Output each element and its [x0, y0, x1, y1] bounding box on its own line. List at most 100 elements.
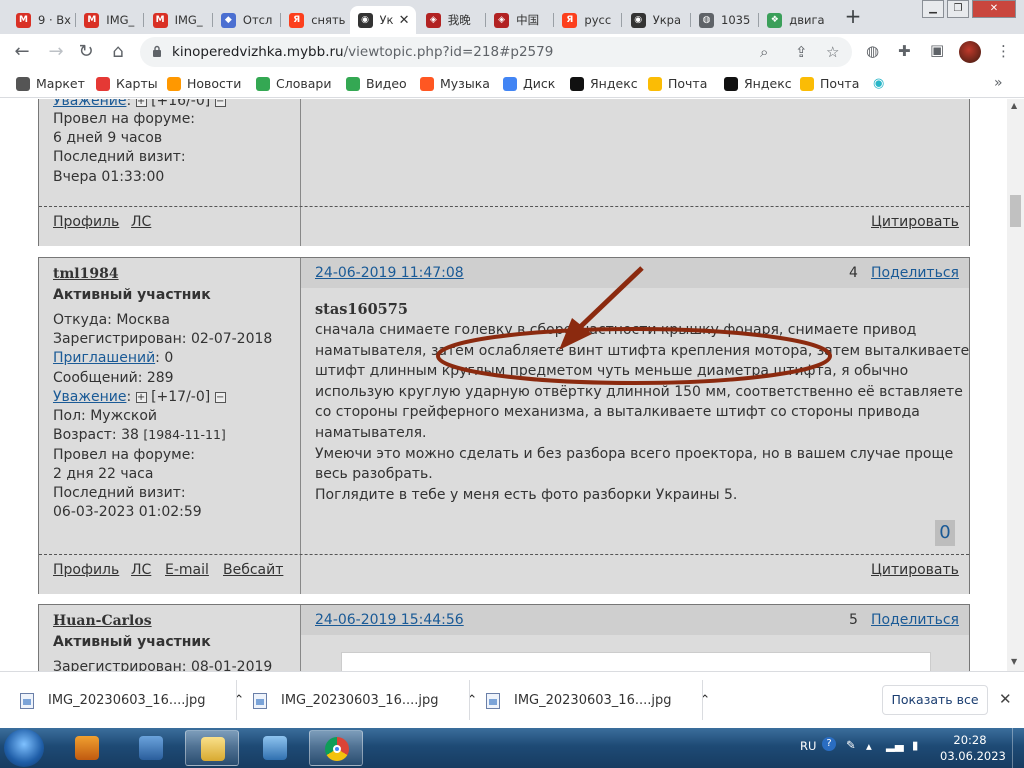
scroll-up-icon[interactable]: ▲ — [1011, 101, 1017, 110]
battery-icon[interactable]: ▮ — [912, 738, 918, 752]
tray-arrow-icon[interactable]: ▴ — [866, 739, 872, 753]
globe-icon[interactable]: ◍ — [866, 42, 879, 60]
quote-link[interactable]: Цитировать — [871, 562, 959, 578]
bookmark-star-icon[interactable]: ☆ — [826, 43, 839, 61]
browser-tab[interactable]: M 9 · Вх — [8, 6, 74, 34]
taskbar-volume-app[interactable] — [124, 730, 178, 766]
bookmark-item[interactable]: Новости — [167, 76, 241, 91]
profile-link[interactable]: Профиль — [53, 214, 119, 230]
bookmark-label: Почта — [820, 76, 860, 91]
yandex-icon: Я — [289, 12, 305, 28]
browser-tab[interactable]: ◍ 1035 — [691, 6, 757, 34]
forum-time-value: 2 дня 22 часа — [53, 466, 154, 482]
sidepanel-icon[interactable]: ▣ — [930, 41, 944, 59]
more-bookmarks-icon[interactable]: » — [994, 75, 1003, 91]
download-item[interactable]: IMG_20230603_16....jpg ⌃ — [486, 672, 710, 729]
site-icon: ◈ — [425, 12, 441, 28]
close-tab-icon[interactable]: ✕ — [399, 13, 410, 28]
bookmark-item[interactable]: Яндекс — [570, 76, 638, 91]
share-link[interactable]: Поделиться — [871, 612, 959, 628]
browser-tab[interactable]: ◈ 我晚 — [418, 6, 484, 34]
bookmark-item[interactable]: Видео — [346, 76, 407, 91]
bookmark-item[interactable]: Словари — [256, 76, 331, 91]
bookmark-item[interactable]: Карты — [96, 76, 158, 91]
show-desktop-button[interactable] — [1012, 728, 1024, 768]
like-counter[interactable]: 0 — [935, 520, 955, 546]
profile-avatar[interactable] — [959, 41, 981, 63]
extensions-icon[interactable]: ✚ — [898, 42, 911, 60]
show-all-button[interactable]: Показать все — [882, 685, 988, 715]
browser-tab[interactable]: M IMG_ — [145, 6, 211, 34]
post-date-link[interactable]: 24-06-2019 15:44:56 — [315, 612, 464, 628]
bookmark-item[interactable]: Маркет — [16, 76, 85, 91]
tab-title: 我晚 — [447, 13, 471, 27]
restore-button[interactable]: ❐ — [947, 0, 969, 18]
bookmark-item[interactable]: Почта — [800, 76, 859, 91]
plus-icon[interactable]: + — [135, 391, 147, 403]
address-bar[interactable]: kinoperedvizhka.mybb.ru/viewtopic.php?id… — [140, 37, 852, 67]
minimize-button[interactable]: ▁ — [922, 0, 944, 18]
taskbar-explorer[interactable] — [185, 730, 239, 766]
language-indicator[interactable]: RU — [800, 739, 816, 753]
pm-link[interactable]: ЛС — [131, 214, 151, 230]
quote-link[interactable]: Цитировать — [871, 214, 959, 230]
bookmark-item[interactable]: Диск — [503, 76, 555, 91]
bookmark-icon — [800, 76, 814, 91]
help-icon[interactable]: ? — [822, 737, 836, 751]
forward-button[interactable]: → — [44, 40, 68, 64]
clock-date: 03.06.2023 — [940, 749, 1006, 763]
pm-link[interactable]: ЛС — [131, 562, 151, 578]
bookmark-item[interactable]: Музыка — [420, 76, 490, 91]
taskbar-chrome[interactable] — [309, 730, 363, 766]
post-2-username[interactable]: tml1984 — [53, 266, 119, 282]
start-button[interactable] — [4, 729, 44, 767]
respect-link[interactable]: Уважение — [53, 99, 126, 109]
scroll-down-icon[interactable]: ▼ — [1011, 657, 1017, 666]
website-link[interactable]: Вебсайт — [223, 562, 283, 578]
taskbar-media-player[interactable] — [60, 730, 114, 766]
browser-tab[interactable]: ◈ 中国 — [486, 6, 552, 34]
browser-tab[interactable]: ◆ Отсл — [213, 6, 279, 34]
url-path: /viewtopic.php?id=218#p2579 — [343, 44, 554, 60]
browser-tab[interactable]: Яснять — [281, 6, 347, 34]
back-button[interactable]: ← — [10, 40, 34, 64]
taskbar-paint-app[interactable] — [248, 730, 302, 766]
plus-icon[interactable]: + — [135, 99, 147, 107]
bookmark-item[interactable]: Почта — [648, 76, 707, 91]
share-icon[interactable]: ⇪ — [795, 43, 808, 61]
home-icon[interactable]: ⌂ — [106, 40, 130, 64]
clock[interactable]: 20:28 03.06.2023 — [940, 732, 1006, 764]
site-icon: ◈ — [494, 12, 510, 28]
download-item[interactable]: IMG_20230603_16....jpg ⌃ — [20, 672, 244, 729]
invites-link[interactable]: Приглашений — [53, 350, 155, 366]
browser-tab[interactable]: ◉ Укра — [623, 6, 689, 34]
reload-button[interactable]: ↻ — [74, 40, 98, 64]
scrollbar-thumb[interactable] — [1010, 195, 1021, 227]
email-link[interactable]: E-mail — [165, 562, 209, 578]
bookmark-item[interactable]: Яндекс — [724, 76, 792, 91]
tab-title: IMG_ — [106, 13, 135, 27]
browser-tab[interactable]: M IMG_ — [76, 6, 142, 34]
menu-icon[interactable]: ⋮ — [996, 42, 1011, 60]
download-filename: IMG_20230603_16....jpg — [514, 693, 672, 708]
close-window-button[interactable]: ✕ — [972, 0, 1016, 18]
pen-icon[interactable]: ✎ — [846, 738, 856, 752]
minus-icon[interactable]: − — [214, 99, 226, 107]
vertical-scrollbar[interactable]: ▲ ▼ — [1007, 99, 1024, 671]
theater-icon[interactable]: ◉ — [873, 76, 884, 91]
download-item[interactable]: IMG_20230603_16....jpg ⌃ — [253, 672, 477, 729]
browser-tab[interactable]: ◉ Ук ✕ — [349, 6, 416, 34]
post-2-gender: Пол: Мужской — [53, 408, 158, 424]
zoom-icon[interactable]: ⌕ — [760, 43, 768, 61]
browser-tab[interactable]: ❖ двига — [759, 6, 825, 34]
browser-tab[interactable]: Ярусс — [554, 6, 620, 34]
respect-link[interactable]: Уважение — [53, 389, 126, 405]
new-tab-button[interactable]: + — [840, 5, 866, 29]
last-visit-value: 06-03-2023 01:02:59 — [53, 504, 202, 520]
post-3-username[interactable]: Huan-Carlos — [53, 613, 152, 629]
minus-icon[interactable]: − — [214, 391, 226, 403]
close-downloads-icon[interactable]: ✕ — [999, 690, 1012, 708]
bookmark-icon — [648, 76, 662, 91]
profile-link[interactable]: Профиль — [53, 562, 119, 578]
signal-icon[interactable]: ▂▄ — [886, 738, 904, 752]
